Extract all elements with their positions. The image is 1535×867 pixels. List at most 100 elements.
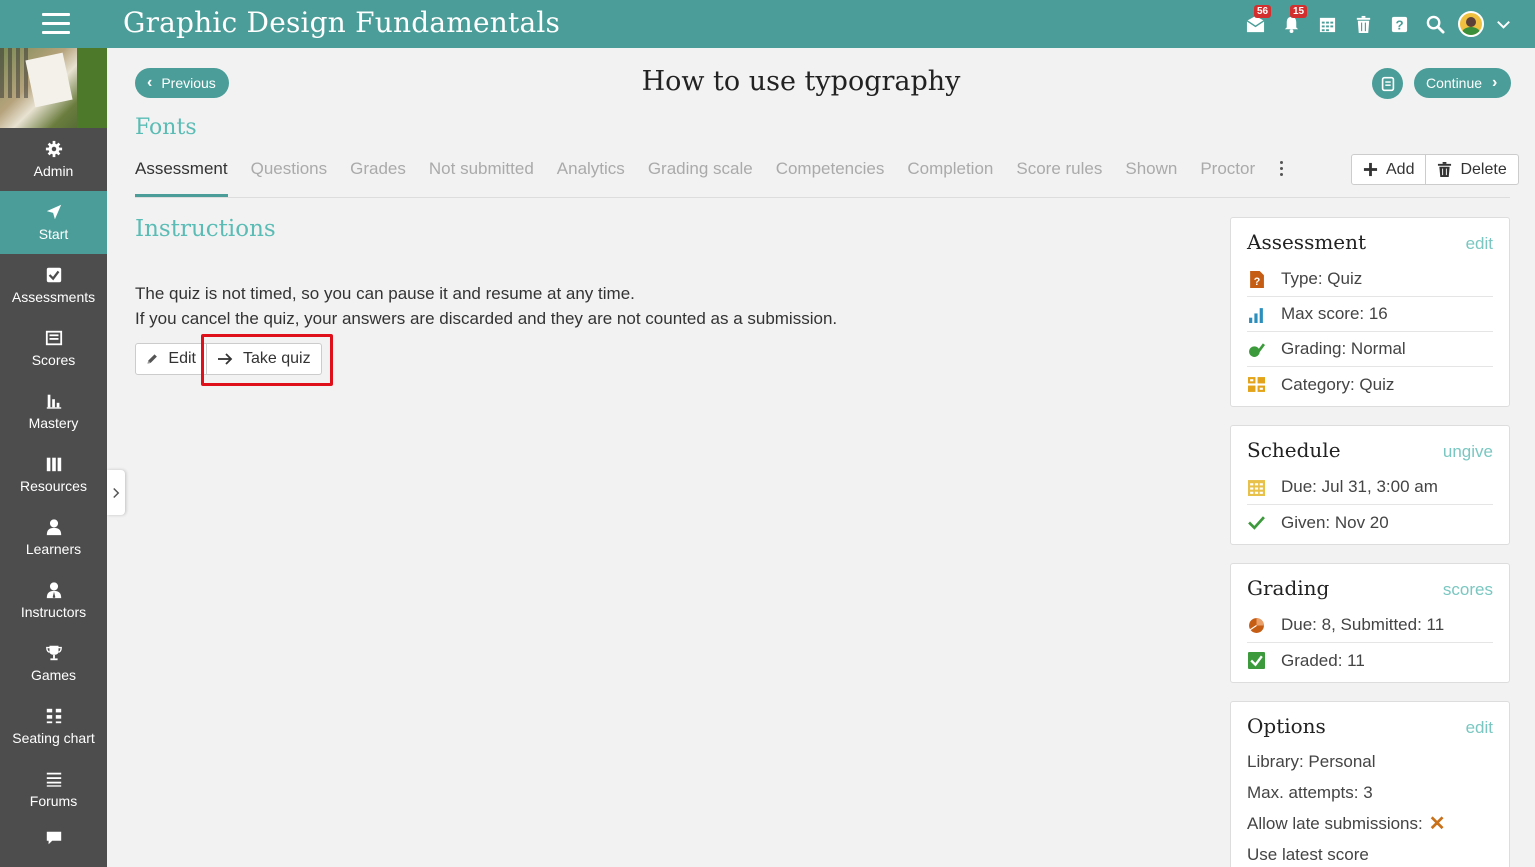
chat-bubble-icon [45, 829, 63, 847]
sidebar-item-mastery[interactable]: Mastery [0, 380, 107, 443]
grading-graded: Graded: 11 [1281, 650, 1365, 670]
option-latest-score: Use latest score [1247, 844, 1369, 864]
instructions-title: Instructions [135, 216, 276, 242]
delete-label: Delete [1460, 160, 1507, 178]
option-late-submissions: Allow late submissions: ✕ [1247, 808, 1493, 839]
page-title: How to use typography [641, 66, 961, 97]
sidebar-item-learners[interactable]: Learners [0, 506, 107, 569]
info-row: Due: 8, Submitted: 11 [1247, 608, 1493, 643]
options-edit-link[interactable]: edit [1466, 718, 1493, 738]
info-row: Due: Jul 31, 3:00 am [1247, 470, 1493, 505]
more-tabs-icon[interactable] [1274, 150, 1288, 198]
tab-analytics[interactable]: Analytics [557, 150, 625, 197]
info-row: ? Type: Quiz [1247, 262, 1493, 297]
sidebar-item-start[interactable]: Start [0, 191, 107, 254]
sidebar-item-scores[interactable]: Scores [0, 317, 107, 380]
calendar-icon[interactable] [1309, 0, 1345, 48]
edit-button[interactable]: Edit [135, 343, 207, 375]
sidebar-item-games[interactable]: Games [0, 632, 107, 695]
course-thumbnail[interactable] [0, 48, 107, 128]
chevron-down-icon[interactable] [1489, 0, 1517, 48]
trash-icon[interactable] [1345, 0, 1381, 48]
books-icon [45, 455, 63, 473]
gear-icon [45, 140, 63, 158]
tab-assessment[interactable]: Assessment [135, 150, 228, 197]
sidebar-item-assessments[interactable]: Assessments [0, 254, 107, 317]
app-title[interactable]: Graphic Design Fundamentals [123, 6, 560, 39]
instructions-text: The quiz is not timed, so you can pause … [135, 281, 837, 331]
instructor-icon [45, 581, 63, 599]
avatar [1458, 11, 1484, 37]
continue-label: Continue [1426, 75, 1483, 91]
chevron-right-icon [113, 487, 120, 498]
continue-button[interactable]: Continue › [1414, 68, 1511, 98]
sidebar-item-seating-chart[interactable]: Seating chart [0, 695, 107, 758]
calendar-icon [1247, 478, 1265, 496]
instructions-line-2: If you cancel the quiz, your answers are… [135, 309, 838, 328]
sidebar-item-label: Seating chart [12, 730, 95, 746]
tab-not-submitted[interactable]: Not submitted [429, 150, 534, 197]
messages-icon[interactable]: 56 [1237, 0, 1273, 48]
sidebar-item-label: Admin [33, 163, 74, 179]
tab-grading-scale[interactable]: Grading scale [648, 150, 753, 197]
assessment-edit-link[interactable]: edit [1466, 234, 1493, 254]
tab-proctor[interactable]: Proctor [1200, 150, 1255, 197]
schedule-panel-title: Schedule [1247, 438, 1341, 462]
grading-due-submitted: Due: 8, Submitted: 11 [1281, 615, 1445, 634]
add-button[interactable]: Add [1352, 155, 1425, 184]
notebook-icon [1381, 76, 1394, 91]
sidebar-expand-toggle[interactable] [107, 470, 125, 515]
info-row: Given: Nov 20 [1247, 505, 1493, 540]
graded-check-icon [1247, 652, 1265, 670]
tab-competencies[interactable]: Competencies [776, 150, 885, 197]
notifications-badge: 15 [1290, 5, 1308, 18]
scores-link[interactable]: scores [1443, 580, 1493, 600]
print-button[interactable] [1372, 68, 1403, 99]
user-avatar[interactable] [1453, 0, 1489, 48]
sidebar-item-chat[interactable] [0, 821, 107, 851]
options-panel-title: Options [1247, 714, 1326, 738]
schedule-due: Due: Jul 31, 3:00 am [1281, 477, 1438, 496]
schedule-given: Given: Nov 20 [1281, 512, 1389, 532]
bell-icon[interactable]: 15 [1273, 0, 1309, 48]
top-bar: Graphic Design Fundamentals 56 15 ? [0, 0, 1535, 48]
option-max-attempts: Max. attempts: 3 [1247, 782, 1373, 802]
sidebar-item-instructors[interactable]: Instructors [0, 569, 107, 632]
quiz-icon: ? [1247, 270, 1265, 288]
tab-completion[interactable]: Completion [907, 150, 993, 197]
svg-text:?: ? [1253, 275, 1259, 287]
sidebar-item-admin[interactable]: Admin [0, 128, 107, 191]
assessment-panel: Assessment edit ? Type: Quiz Max score: … [1230, 217, 1510, 407]
seating-grid-icon [45, 707, 63, 725]
gradebook-icon [45, 329, 63, 347]
ungive-link[interactable]: ungive [1443, 442, 1493, 462]
info-row: Max score: 16 [1247, 297, 1493, 332]
tab-grades[interactable]: Grades [350, 150, 406, 197]
arrow-right-icon [218, 353, 233, 365]
navigation-arrow-icon [45, 203, 63, 221]
assessment-type: Type: Quiz [1281, 269, 1363, 288]
take-quiz-button[interactable]: Take quiz [207, 343, 322, 375]
help-icon[interactable]: ? [1381, 0, 1417, 48]
schedule-panel: Schedule ungive Due: Jul 31, 3:00 am Giv… [1230, 425, 1510, 545]
svg-text:?: ? [1395, 17, 1403, 32]
tab-shown[interactable]: Shown [1125, 150, 1177, 197]
sidebar-item-forums[interactable]: Forums [0, 758, 107, 821]
section-title[interactable]: Fonts [135, 115, 197, 140]
grading-panel-title: Grading [1247, 576, 1330, 600]
add-label: Add [1386, 160, 1415, 178]
sidebar-item-label: Forums [29, 793, 78, 809]
sidebar-item-label: Start [38, 226, 69, 242]
bar-chart-icon [45, 392, 63, 410]
toolbar: Add Delete [1351, 154, 1519, 185]
tab-score-rules[interactable]: Score rules [1016, 150, 1102, 197]
sidebar-item-label: Scores [31, 352, 76, 368]
menu-icon[interactable] [42, 13, 70, 35]
search-icon[interactable] [1417, 0, 1453, 48]
sidebar-item-resources[interactable]: Resources [0, 443, 107, 506]
trophy-icon [45, 644, 63, 662]
sidebar-item-label: Mastery [28, 415, 79, 431]
delete-button[interactable]: Delete [1425, 155, 1517, 184]
options-panel: Options edit Library: Personal Max. atte… [1230, 701, 1510, 867]
tab-questions[interactable]: Questions [251, 150, 328, 197]
